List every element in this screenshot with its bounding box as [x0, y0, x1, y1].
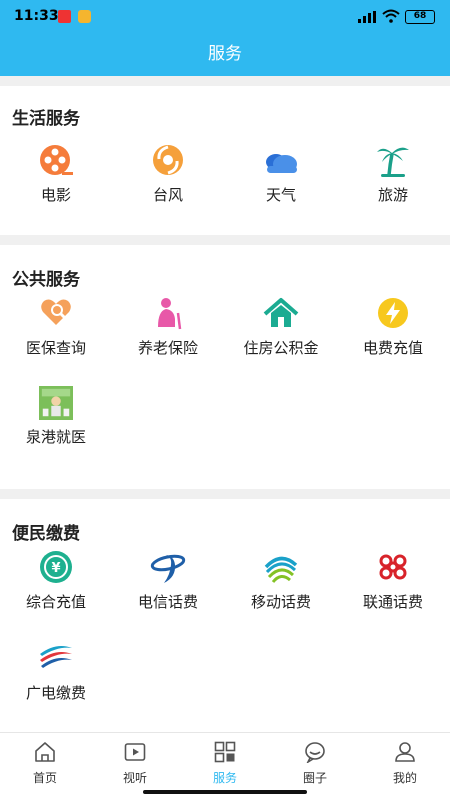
- service-label: 电信话费: [137, 593, 198, 611]
- page-title: 服务: [0, 34, 450, 76]
- tab-community[interactable]: 圈子: [270, 741, 360, 786]
- section-divider: [0, 235, 450, 245]
- chat-bubble-icon: [305, 742, 325, 763]
- battery-icon: 68: [405, 10, 435, 24]
- service-movie[interactable]: 电影: [0, 142, 112, 205]
- service-quangang-hospital[interactable]: 泉港就医: [0, 386, 112, 447]
- status-time: 11:33: [14, 8, 59, 24]
- service-telecom[interactable]: 电信话费: [112, 549, 224, 612]
- notification-icon: [58, 10, 71, 23]
- status-bar: 11:33 68: [0, 0, 450, 34]
- tab-services[interactable]: 服务: [180, 741, 270, 786]
- medical-insurance-icon: [41, 299, 71, 325]
- service-electricity[interactable]: 电费充值: [337, 295, 449, 358]
- service-label: 台风: [152, 186, 183, 204]
- home-icon: [35, 742, 55, 762]
- svg-text:¥: ¥: [51, 561, 60, 576]
- china-telecom-logo-icon: [150, 554, 186, 583]
- service-label: 住房公积金: [243, 339, 319, 357]
- service-unicom[interactable]: 联通话费: [337, 549, 449, 612]
- tab-home[interactable]: 首页: [0, 741, 90, 786]
- service-broadcast[interactable]: 广电缴费: [0, 640, 112, 703]
- section-divider: [0, 489, 450, 499]
- section-divider: [0, 76, 450, 86]
- service-weather[interactable]: 天气: [225, 142, 337, 205]
- service-label: 电费充值: [362, 339, 423, 357]
- palm-tree-icon: [377, 147, 409, 177]
- tab-label: 首页: [32, 771, 57, 785]
- elderly-icon: [158, 298, 182, 330]
- tab-video[interactable]: 视听: [90, 741, 180, 786]
- service-travel[interactable]: 旅游: [337, 142, 449, 205]
- tab-label: 视听: [122, 771, 147, 785]
- typhoon-icon: [153, 145, 183, 175]
- service-label: 广电缴费: [25, 684, 86, 702]
- service-label: 泉港就医: [25, 428, 86, 446]
- service-label: 医保查询: [25, 339, 86, 357]
- hospital-image-icon: [39, 386, 73, 420]
- service-label: 综合充值: [25, 593, 86, 611]
- service-label: 电影: [40, 186, 71, 204]
- film-reel-icon: [40, 145, 73, 175]
- wifi-icon: [382, 9, 400, 23]
- service-label: 移动话费: [250, 593, 311, 611]
- service-recharge[interactable]: ¥ 综合充值: [0, 549, 112, 612]
- service-medical-insurance[interactable]: 医保查询: [0, 295, 112, 358]
- service-mobile[interactable]: 移动话费: [225, 549, 337, 612]
- china-mobile-logo-icon: [264, 556, 298, 583]
- grid-icon: [214, 741, 236, 763]
- message-notification-icon: [78, 10, 91, 23]
- tab-label: 圈子: [302, 771, 327, 785]
- service-label: 联通话费: [362, 593, 423, 611]
- user-icon: [395, 742, 415, 762]
- video-play-icon: [124, 743, 146, 761]
- section-title-public: 公共服务: [12, 270, 80, 290]
- yuan-recharge-icon: ¥: [40, 551, 72, 583]
- section-title-life: 生活服务: [12, 109, 80, 129]
- lightning-icon: [378, 298, 408, 328]
- service-typhoon[interactable]: 台风: [112, 142, 224, 205]
- service-pension[interactable]: 养老保险: [112, 295, 224, 358]
- home-indicator: [143, 790, 307, 794]
- service-label: 养老保险: [137, 339, 198, 357]
- tab-label: 服务: [212, 771, 237, 785]
- weather-cloud-icon: [266, 154, 297, 173]
- china-unicom-logo-icon: [379, 554, 407, 580]
- service-label: 旅游: [377, 186, 408, 204]
- service-label: 天气: [265, 186, 296, 204]
- service-housing-fund[interactable]: 住房公积金: [225, 295, 337, 358]
- house-icon: [263, 298, 299, 327]
- signal-icon: [358, 11, 376, 23]
- tab-label: 我的: [392, 771, 417, 785]
- tab-profile[interactable]: 我的: [360, 741, 450, 786]
- broadcast-logo-icon: [40, 646, 72, 668]
- section-title-payment: 便民缴费: [12, 524, 80, 544]
